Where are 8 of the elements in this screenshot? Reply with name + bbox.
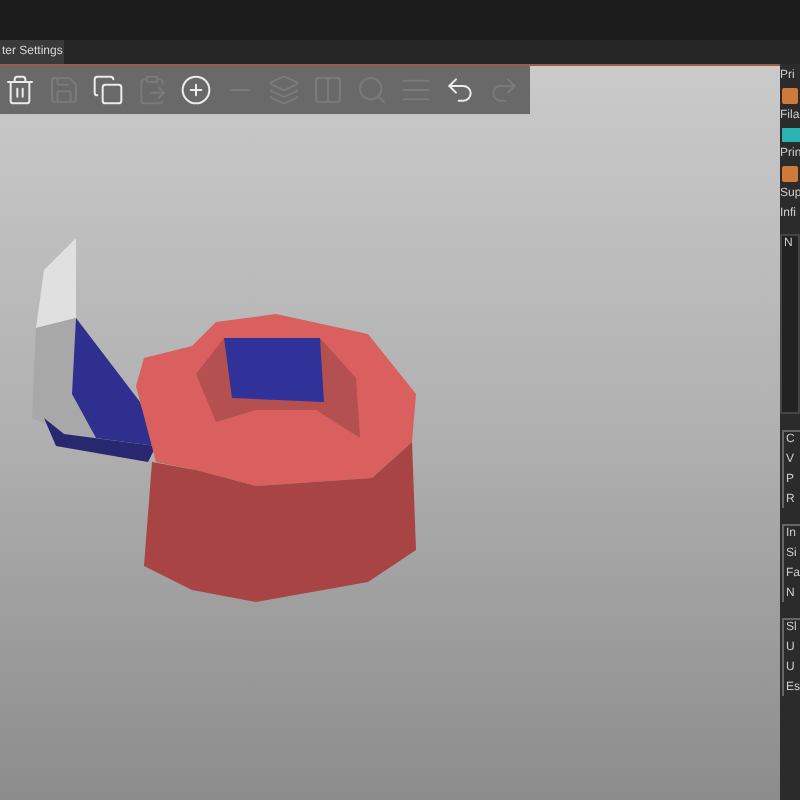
trash-icon[interactable] [2, 72, 38, 108]
add-icon[interactable] [178, 72, 214, 108]
3d-viewport[interactable] [0, 64, 780, 800]
preset-icon[interactable] [782, 88, 798, 104]
preset-icon[interactable] [782, 166, 798, 182]
filament-swatch[interactable] [782, 128, 800, 142]
undo-icon[interactable] [442, 72, 478, 108]
copy-icon[interactable] [90, 72, 126, 108]
